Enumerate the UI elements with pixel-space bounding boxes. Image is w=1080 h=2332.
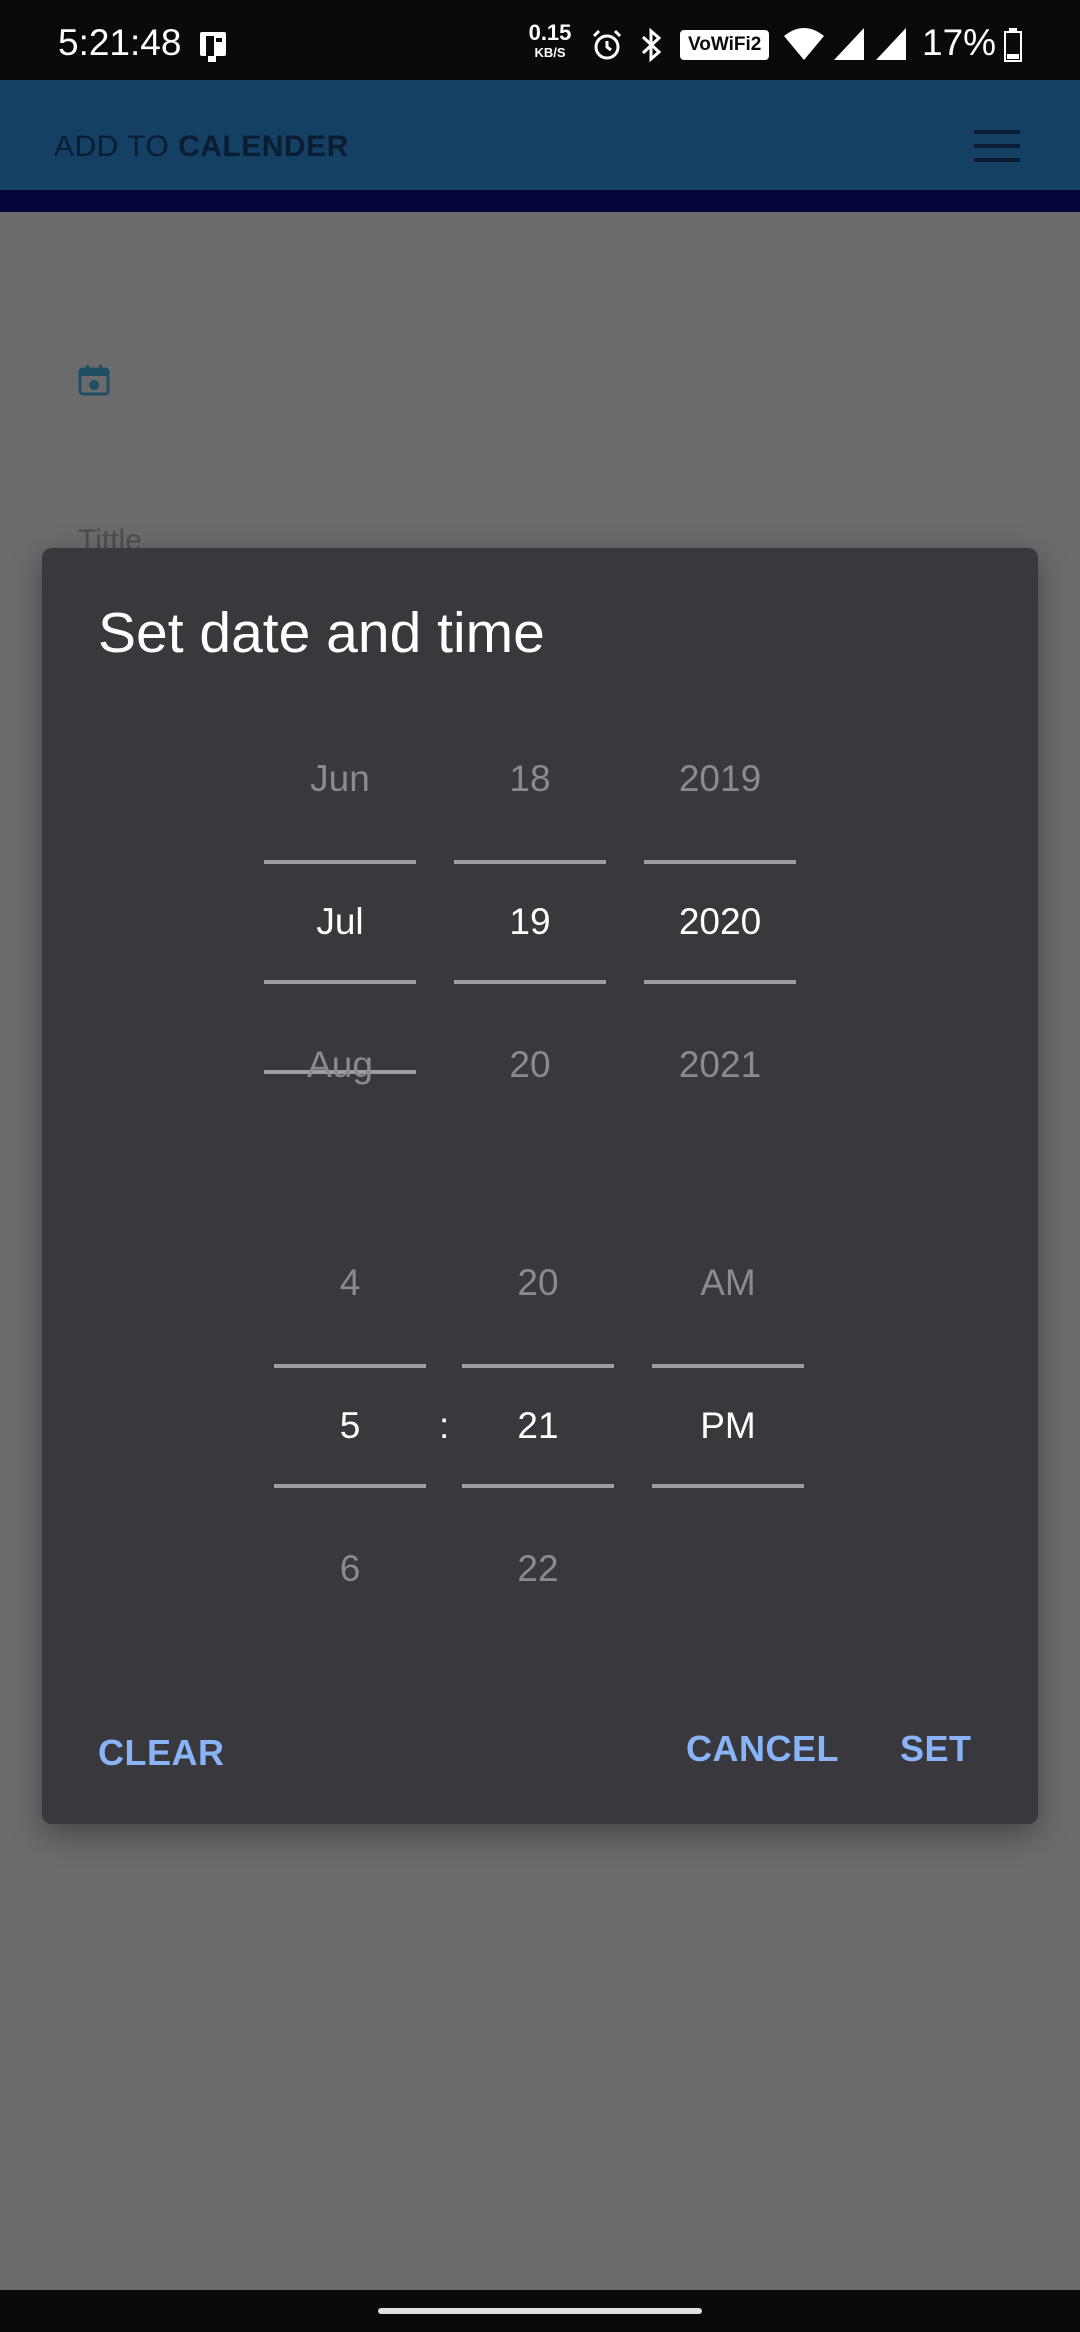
signal-icon <box>832 26 866 67</box>
ampm-picker[interactable]: AM PM <box>652 1262 804 1562</box>
day-prev[interactable]: 18 <box>454 758 606 800</box>
year-selected[interactable]: 2020 <box>644 901 796 943</box>
bluetooth-icon <box>638 27 666 67</box>
minute-prev[interactable]: 20 <box>462 1262 614 1304</box>
year-picker[interactable]: 2019 2020 2021 <box>644 758 796 1085</box>
clear-button[interactable]: CLEAR <box>98 1732 225 1774</box>
status-bar: 5:21:48 0.15 KB/S VoWiFi2 17% <box>0 0 1080 80</box>
minute-picker[interactable]: 20 21 22 <box>462 1262 614 1589</box>
app-bar-title-bold: CALENDER <box>178 130 349 163</box>
app-bar: ADD TO CALENDER <box>0 80 1080 190</box>
signal-icon <box>874 26 908 67</box>
hour-prev[interactable]: 4 <box>274 1262 426 1304</box>
month-divider-top <box>264 860 416 864</box>
hour-next[interactable]: 6 <box>274 1548 426 1590</box>
hamburger-menu-icon[interactable] <box>974 130 1020 162</box>
year-next[interactable]: 2021 <box>644 1044 796 1086</box>
minute-divider-top <box>462 1364 614 1368</box>
year-divider-top <box>644 860 796 864</box>
battery-percent: 17% <box>922 22 997 63</box>
wifi-icon <box>782 26 826 67</box>
app-bar-accent-strip <box>0 190 1080 212</box>
network-speed-value: 0.15 <box>528 20 572 45</box>
vowifi-badge: VoWiFi2 <box>680 30 770 60</box>
time-separator: : <box>439 1405 450 1446</box>
set-button[interactable]: SET <box>900 1728 972 1770</box>
hour-selected[interactable]: 5 <box>274 1405 426 1447</box>
month-picker[interactable]: Jun Jul Aug <box>264 758 416 1085</box>
app-bar-title: ADD TO CALENDER <box>54 130 349 164</box>
day-divider-bottom <box>454 980 606 984</box>
alarm-icon <box>590 28 624 67</box>
minute-next[interactable]: 22 <box>462 1548 614 1590</box>
status-time: 5:21:48 <box>58 22 182 63</box>
year-prev[interactable]: 2019 <box>644 758 796 800</box>
date-time-dialog: Set date and time Jun Jul Aug 18 19 20 2… <box>42 548 1038 1824</box>
navigation-bar <box>0 2290 1080 2332</box>
hour-divider-top <box>274 1364 426 1368</box>
month-divider-bottom <box>264 980 416 984</box>
ampm-divider-bottom <box>652 1484 804 1488</box>
hour-picker[interactable]: 4 5 6 <box>274 1262 426 1589</box>
calendar-icon <box>78 364 110 396</box>
ampm-divider-top <box>652 1364 804 1368</box>
home-gesture-handle[interactable] <box>378 2308 702 2314</box>
day-selected[interactable]: 19 <box>454 901 606 943</box>
year-divider-bottom <box>644 980 796 984</box>
month-selected[interactable]: Jul <box>264 901 416 943</box>
ampm-prev[interactable]: AM <box>652 1262 804 1304</box>
battery-icon <box>1004 28 1022 67</box>
dialog-title: Set date and time <box>98 601 545 665</box>
network-speed-unit: KB/S <box>534 45 566 60</box>
month-prev[interactable]: Jun <box>264 758 416 800</box>
month-next[interactable]: Aug <box>264 1044 416 1086</box>
day-divider-top <box>454 860 606 864</box>
app-bar-title-prefix: ADD TO <box>54 130 179 163</box>
minute-divider-bottom <box>462 1484 614 1488</box>
day-next[interactable]: 20 <box>454 1044 606 1086</box>
hour-divider-bottom <box>274 1484 426 1488</box>
minute-selected[interactable]: 21 <box>462 1405 614 1447</box>
network-speed: 0.15 KB/S <box>524 20 576 60</box>
sim-card-icon <box>196 24 236 64</box>
cancel-button[interactable]: CANCEL <box>686 1728 839 1770</box>
ampm-selected[interactable]: PM <box>652 1405 804 1447</box>
day-picker[interactable]: 18 19 20 <box>454 758 606 1085</box>
